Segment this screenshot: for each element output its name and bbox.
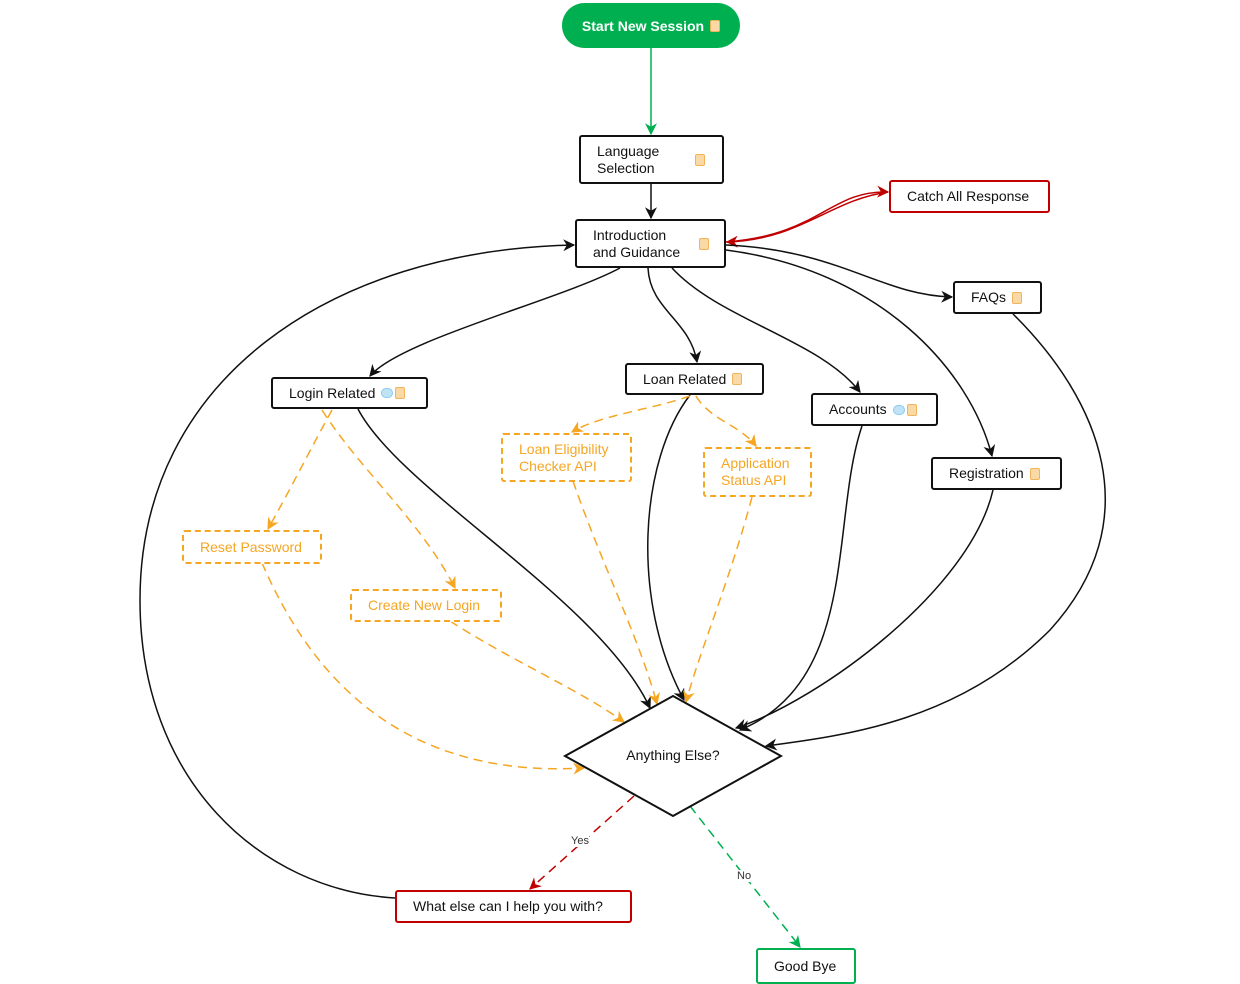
accounts-node[interactable]: Accounts <box>811 393 938 426</box>
note-icon <box>732 373 743 385</box>
node-label: Application Status API <box>721 455 790 488</box>
node-label: Create New Login <box>368 597 481 613</box>
node-label: Good Bye <box>774 957 837 974</box>
anything-else-label: Anything Else? <box>626 747 720 763</box>
edge-loan-eligibility <box>570 395 691 433</box>
node-label: What else can I help you with? <box>413 898 603 914</box>
reset-password-node[interactable]: Reset Password <box>182 530 322 564</box>
loan-eligibility-node[interactable]: Loan Eligibility Checker API <box>501 433 632 482</box>
api-icon <box>892 404 905 415</box>
node-label: Registration <box>949 465 1024 481</box>
edge-label-yes: Yes <box>571 835 589 847</box>
node-label: Introduction and Guidance <box>593 226 681 260</box>
edge-status-diamond <box>683 496 753 704</box>
edge-loan-diamond <box>647 394 691 702</box>
edge-intro-faqs <box>725 244 954 303</box>
note-icon <box>699 237 709 250</box>
start-new-session-node[interactable]: Start New Session <box>562 3 740 48</box>
start-label: Start New Session <box>581 17 705 34</box>
create-login-node[interactable]: Create New Login <box>350 589 502 622</box>
login-related-node[interactable]: Login Related <box>271 377 428 409</box>
note-icon <box>1029 467 1040 480</box>
node-label: Loan Related <box>643 370 727 387</box>
node-label: Login Related <box>289 384 376 401</box>
edge-login-create <box>321 409 456 590</box>
node-label: Accounts <box>829 401 887 417</box>
edge-whatelse-intro <box>139 239 576 899</box>
what-else-node[interactable]: What else can I help you with? <box>395 890 632 923</box>
catch-all-node[interactable]: Catch All Response <box>889 180 1050 213</box>
edge-faqs-diamond <box>764 313 1106 751</box>
node-label: Catch All Response <box>907 188 1030 204</box>
note-icon <box>710 19 721 32</box>
note-icon <box>1012 291 1023 304</box>
loan-related-node[interactable]: Loan Related <box>625 363 764 395</box>
edge-loan-status <box>695 395 757 447</box>
node-label: Language Selection <box>597 142 660 176</box>
edge-eligibility-diamond <box>572 480 661 706</box>
introduction-node[interactable]: Introduction and Guidance <box>575 219 726 268</box>
node-label: Loan Eligibility Checker API <box>519 440 609 474</box>
edge-catchall-intro <box>725 191 889 248</box>
edge-intro-login <box>369 267 621 377</box>
language-selection-node[interactable]: Language Selection <box>579 135 724 184</box>
node-label: Reset Password <box>200 538 302 555</box>
registration-node[interactable]: Registration <box>931 457 1062 490</box>
edge-intro-loan <box>647 267 702 364</box>
edge-label-no: No <box>737 870 752 882</box>
application-status-node[interactable]: Application Status API <box>703 447 812 497</box>
good-bye-node[interactable]: Good Bye <box>756 948 856 984</box>
edge-login-reset <box>267 409 333 531</box>
note-icon <box>906 403 917 416</box>
edge-intro-catchall <box>725 185 890 243</box>
node-label: FAQs <box>971 289 1007 305</box>
note-icon <box>395 387 406 399</box>
faqs-node[interactable]: FAQs <box>953 281 1042 314</box>
api-icon <box>381 388 394 398</box>
edge-registration-diamond <box>734 489 994 731</box>
note-icon <box>695 153 705 166</box>
